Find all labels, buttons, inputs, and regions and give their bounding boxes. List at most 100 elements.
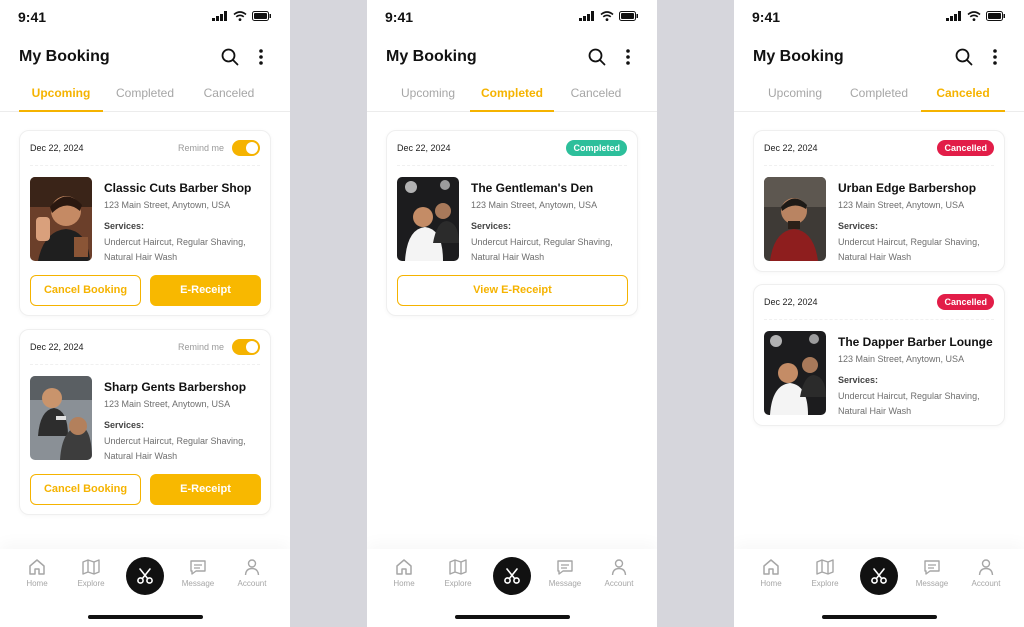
- message-icon: [190, 560, 206, 575]
- search-icon: [955, 48, 973, 66]
- toggle-knob: [246, 142, 258, 154]
- tab-completed[interactable]: Completed: [837, 82, 921, 112]
- nav-explore-label: Explore: [77, 579, 105, 588]
- signal-icon: [212, 11, 227, 21]
- phone-screen-canceled: 9:41 My Booking Upcoming Completed Cance…: [734, 0, 1024, 627]
- tab-upcoming[interactable]: Upcoming: [19, 82, 103, 112]
- cancel-booking-button[interactable]: Cancel Booking: [30, 474, 141, 505]
- nav-account-label: Account: [604, 579, 634, 588]
- status-icons: [946, 11, 1006, 21]
- booking-date: Dec 22, 2024: [764, 297, 818, 307]
- scissors-icon: [137, 568, 153, 584]
- booking-card: Dec 22, 2024 Cancelled The Dapper Barber…: [753, 284, 1005, 426]
- toggle-knob: [246, 341, 258, 353]
- card-divider: [397, 165, 627, 166]
- page-title: My Booking: [386, 48, 477, 65]
- card-divider: [30, 165, 260, 166]
- cancel-booking-button[interactable]: Cancel Booking: [30, 275, 141, 306]
- booking-card: Dec 22, 2024 Cancelled Urban Edge Barber…: [753, 130, 1005, 272]
- services-label: Services:: [471, 221, 512, 231]
- nav-message-label: Message: [548, 579, 582, 588]
- nav-account-label: Account: [971, 579, 1001, 588]
- nav-home[interactable]: Home: [744, 557, 798, 597]
- scissors-icon: [871, 568, 887, 584]
- tab-canceled[interactable]: Canceled: [554, 82, 638, 112]
- book-appointment-button[interactable]: [860, 557, 898, 595]
- status-time: 9:41: [752, 9, 781, 25]
- search-button[interactable]: [953, 46, 975, 68]
- more-options-button[interactable]: [984, 46, 1006, 68]
- remind-me-toggle[interactable]: [232, 339, 260, 355]
- booking-date: Dec 22, 2024: [764, 143, 818, 153]
- status-icons: [212, 11, 272, 21]
- nav-explore[interactable]: Explore: [64, 557, 118, 597]
- booking-tabs: Upcoming Completed Canceled: [734, 82, 1024, 112]
- tab-canceled[interactable]: Canceled: [187, 82, 271, 112]
- view-e-receipt-button[interactable]: View E-Receipt: [397, 275, 628, 306]
- app-header: My Booking: [734, 44, 1024, 72]
- more-vertical-icon: [259, 49, 263, 65]
- search-button[interactable]: [586, 46, 608, 68]
- status-badge-completed: Completed: [566, 140, 627, 156]
- status-icons: [579, 11, 639, 21]
- app-header: My Booking: [0, 44, 290, 72]
- barbershop-photo: [764, 177, 826, 261]
- nav-account[interactable]: Account: [592, 557, 646, 597]
- nav-explore[interactable]: Explore: [431, 557, 485, 597]
- tab-upcoming[interactable]: Upcoming: [386, 82, 470, 112]
- nav-message[interactable]: Message: [538, 557, 592, 597]
- bottom-nav: Home Explore Message Account: [0, 549, 290, 627]
- tab-completed[interactable]: Completed: [470, 82, 554, 112]
- map-icon: [816, 559, 834, 575]
- more-options-button[interactable]: [617, 46, 639, 68]
- nav-home[interactable]: Home: [377, 557, 431, 597]
- e-receipt-button[interactable]: E-Receipt: [150, 474, 261, 505]
- booking-list: Dec 22, 2024 Completed The Gentleman's D…: [367, 112, 657, 549]
- shop-name: Classic Cuts Barber Shop: [104, 181, 252, 195]
- remind-me-toggle[interactable]: [232, 140, 260, 156]
- booking-tabs: Upcoming Completed Canceled: [367, 82, 657, 112]
- card-divider: [764, 319, 994, 320]
- services-list: Undercut Haircut, Regular Shaving, Natur…: [104, 237, 246, 262]
- search-button[interactable]: [219, 46, 241, 68]
- shop-address: 123 Main Street, Anytown, USA: [471, 200, 598, 210]
- home-indicator: [88, 615, 203, 619]
- tab-canceled[interactable]: Canceled: [921, 82, 1005, 112]
- nav-explore[interactable]: Explore: [798, 557, 852, 597]
- home-icon: [396, 559, 412, 575]
- nav-message[interactable]: Message: [171, 557, 225, 597]
- user-icon: [978, 559, 994, 576]
- shop-address: 123 Main Street, Anytown, USA: [838, 354, 965, 364]
- services-label: Services:: [838, 375, 879, 385]
- card-divider: [764, 165, 994, 166]
- nav-account[interactable]: Account: [959, 557, 1013, 597]
- book-appointment-button[interactable]: [126, 557, 164, 595]
- shop-address: 123 Main Street, Anytown, USA: [104, 399, 231, 409]
- shop-name: The Dapper Barber Lounge: [838, 335, 993, 349]
- nav-account[interactable]: Account: [225, 557, 279, 597]
- book-appointment-button[interactable]: [493, 557, 531, 595]
- message-icon: [557, 560, 573, 575]
- bottom-nav: Home Explore Message Account: [367, 549, 657, 627]
- barbershop-photo: [397, 177, 459, 261]
- phone-screen-upcoming: 9:41 My Booking Upcoming Completed Cance…: [0, 0, 290, 627]
- remind-me-label: Remind me: [177, 143, 224, 153]
- nav-home-label: Home: [393, 579, 415, 588]
- services-label: Services:: [104, 420, 145, 430]
- home-icon: [763, 559, 779, 575]
- nav-account-label: Account: [237, 579, 267, 588]
- more-options-button[interactable]: [250, 46, 272, 68]
- tab-completed[interactable]: Completed: [103, 82, 187, 112]
- nav-message[interactable]: Message: [905, 557, 959, 597]
- battery-icon: [619, 11, 638, 21]
- services-list: Undercut Haircut, Regular Shaving, Natur…: [471, 237, 613, 262]
- nav-home[interactable]: Home: [10, 557, 64, 597]
- phone-screen-completed: 9:41 My Booking Upcoming Completed Cance…: [367, 0, 657, 627]
- e-receipt-button[interactable]: E-Receipt: [150, 275, 261, 306]
- tab-upcoming[interactable]: Upcoming: [753, 82, 837, 112]
- services-label: Services:: [104, 221, 145, 231]
- services-list: Undercut Haircut, Regular Shaving, Natur…: [838, 391, 980, 416]
- map-icon: [82, 559, 100, 575]
- remind-me-control: Remind me: [178, 140, 260, 156]
- booking-card: Dec 22, 2024 Remind me Classic Cuts Barb…: [19, 130, 271, 316]
